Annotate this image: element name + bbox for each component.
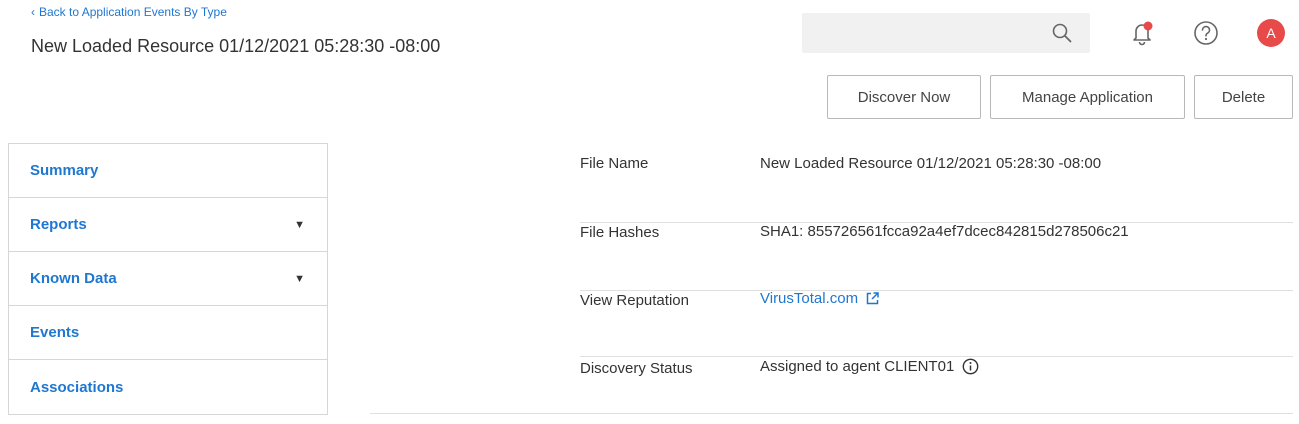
detail-row-file-name: File Name New Loaded Resource 01/12/2021… <box>580 155 1293 223</box>
detail-label: View Reputation <box>580 292 689 309</box>
sidebar-item-events[interactable]: Events <box>9 306 327 360</box>
sidebar-item-associations[interactable]: Associations <box>9 360 327 414</box>
page-title: New Loaded Resource 01/12/2021 05:28:30 … <box>31 36 441 56</box>
detail-label: File Name <box>580 155 649 172</box>
sidebar-item-label: Summary <box>30 162 99 179</box>
file-name-value: New Loaded Resource 01/12/2021 05:28:30 … <box>760 155 1101 172</box>
sidebar-item-label: Associations <box>30 378 124 396</box>
detail-label: Discovery Status <box>580 360 693 377</box>
detail-label: File Hashes <box>580 224 660 241</box>
back-link[interactable]: ‹ Back to Application Events By Type <box>31 5 227 19</box>
details-divider <box>370 413 1293 414</box>
discovery-status-value: Assigned to agent CLIENT01 <box>760 358 979 375</box>
detail-row-file-hashes: File Hashes SHA1: 855726561fcca92a4ef7dc… <box>580 223 1293 291</box>
detail-value-text: SHA1: 855726561fcca92a4ef7dcec842815d278… <box>760 223 1129 240</box>
manage-application-button[interactable]: Manage Application <box>990 75 1185 119</box>
back-link-label: Back to Application Events By Type <box>39 5 227 19</box>
discover-now-button[interactable]: Discover Now <box>827 75 981 119</box>
detail-value-text: New Loaded Resource 01/12/2021 05:28:30 … <box>760 155 1102 172</box>
search-input[interactable] <box>802 13 1062 53</box>
external-link-icon[interactable] <box>866 292 879 305</box>
search-box[interactable] <box>802 13 1090 53</box>
sidebar-item-label: Known Data <box>30 270 117 287</box>
sidebar-nav: Summary Reports ▼ Known Data ▼ Events As… <box>8 143 328 415</box>
file-hashes-value: SHA1: 855726561fcca92a4ef7dcec842815d278… <box>760 223 1129 240</box>
delete-button[interactable]: Delete <box>1194 75 1293 119</box>
detail-value-text: Assigned to agent CLIENT01 <box>760 358 955 375</box>
sidebar-item-summary[interactable]: Summary <box>9 144 327 198</box>
detail-row-discovery-status: Discovery Status Assigned to agent CLIEN… <box>580 358 1293 424</box>
help-icon[interactable] <box>1193 20 1219 46</box>
caret-down-icon: ▼ <box>294 272 305 285</box>
virustotal-link[interactable]: VirusTotal.com <box>760 290 858 307</box>
search-icon[interactable] <box>1052 23 1072 43</box>
sidebar-item-known-data[interactable]: Known Data ▼ <box>9 252 327 306</box>
sidebar-item-reports[interactable]: Reports ▼ <box>9 198 327 252</box>
detail-row-view-reputation: View Reputation VirusTotal.com <box>580 289 1293 357</box>
chevron-left-icon: ‹ <box>31 5 35 19</box>
avatar[interactable]: A <box>1257 19 1285 47</box>
sidebar-item-label: Reports <box>30 216 87 233</box>
sidebar-item-label: Events <box>30 324 80 341</box>
view-reputation-value: VirusTotal.com <box>760 290 879 307</box>
info-icon[interactable] <box>962 358 979 375</box>
caret-down-icon: ▼ <box>294 218 305 231</box>
application-event-page: ‹ Back to Application Events By Type New… <box>0 0 1299 424</box>
bell-icon[interactable] <box>1129 20 1155 46</box>
